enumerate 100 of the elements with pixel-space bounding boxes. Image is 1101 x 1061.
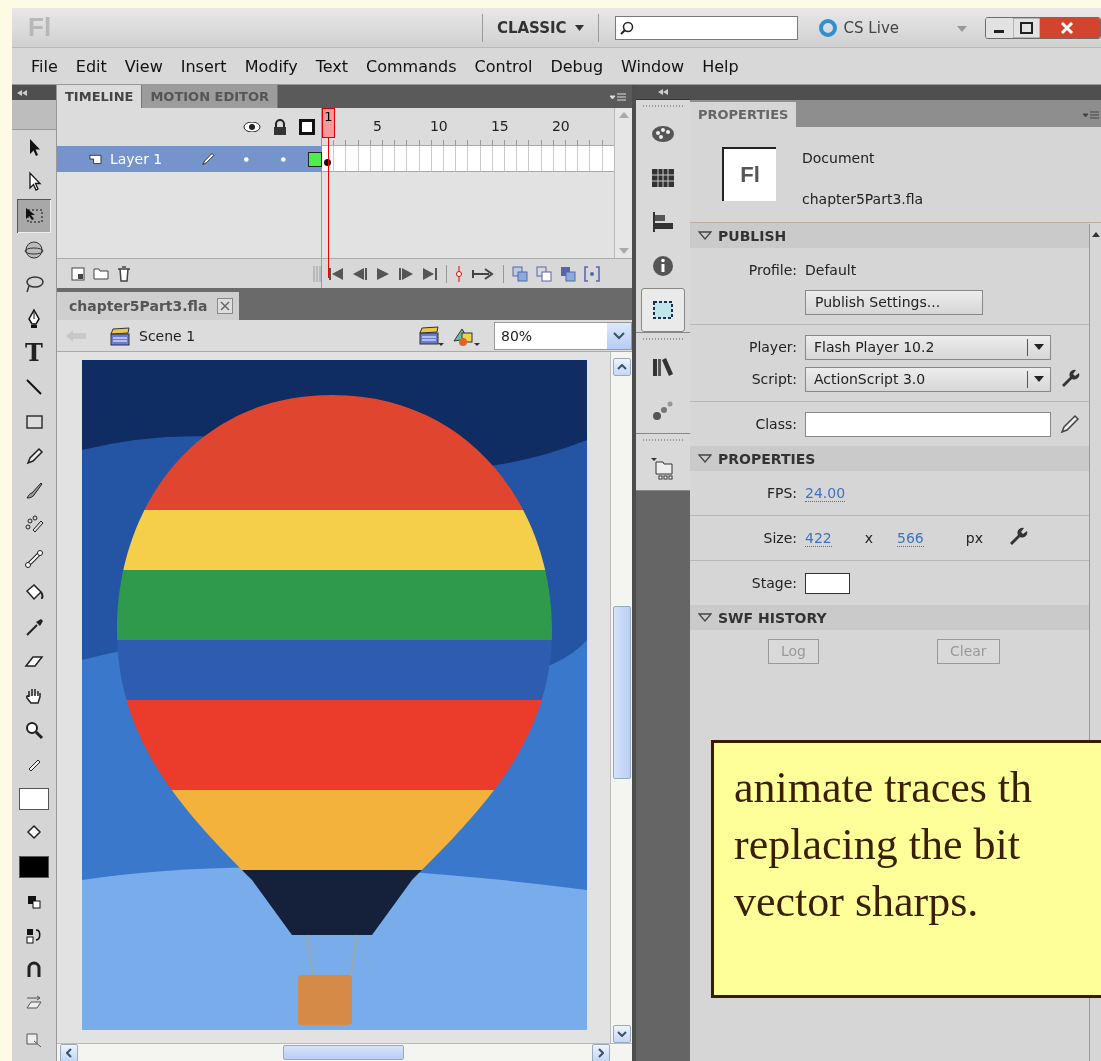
color-swatch[interactable]: [805, 572, 850, 594]
align-icon: [650, 210, 676, 234]
menu-item[interactable]: Window: [612, 56, 694, 76]
first-frame-icon[interactable]: [328, 266, 344, 281]
onion-skin-icon[interactable]: [512, 265, 528, 282]
grip-icon[interactable]: [313, 265, 321, 282]
chevron-down-icon: [613, 331, 625, 340]
trash-icon[interactable]: [117, 265, 131, 282]
edit-frames-icon[interactable]: [560, 265, 576, 282]
menu-item[interactable]: View: [115, 56, 172, 76]
play-icon[interactable]: [376, 266, 390, 281]
chevron-down-icon: [616, 1031, 627, 1037]
cs-live-button[interactable]: CS Live: [811, 16, 905, 39]
panel-menu-icon[interactable]: [1083, 111, 1099, 121]
text-tool[interactable]: T: [17, 335, 51, 371]
tool-button[interactable]: [17, 198, 51, 233]
field-label: Player:: [747, 339, 797, 355]
section-header[interactable]: PUBLISH: [690, 223, 1089, 248]
menu-item[interactable]: File: [22, 56, 67, 76]
step-forward-icon[interactable]: [398, 266, 414, 281]
field-label: Profile:: [747, 262, 797, 278]
last-frame-icon[interactable]: [422, 266, 438, 281]
search-icon: [619, 20, 634, 35]
folder-icon[interactable]: [93, 267, 109, 280]
bone-icon: [23, 547, 45, 570]
close-icon: [217, 298, 234, 314]
publish-settings-button[interactable]: Publish Settings...: [805, 289, 983, 315]
scene-label[interactable]: Scene 1: [139, 327, 196, 344]
field-label: Stage:: [750, 575, 797, 591]
minimize-button[interactable]: [986, 17, 1013, 38]
scroll-left-button[interactable]: [60, 1043, 78, 1061]
maximize-button[interactable]: [1013, 17, 1040, 38]
file-name: chapter5Part3.fla: [802, 191, 924, 207]
sphere-icon: [23, 239, 45, 262]
zoom-dropdown[interactable]: 80%: [494, 321, 632, 350]
caret-icon: [574, 24, 584, 31]
eye-icon[interactable]: [243, 122, 261, 132]
zoom-icon: [23, 719, 45, 742]
new-layer-icon[interactable]: [71, 266, 85, 281]
pencil-icon[interactable]: [1059, 413, 1081, 435]
menu-item[interactable]: Control: [465, 56, 542, 76]
loop-icon[interactable]: [471, 266, 495, 281]
dropdown[interactable]: ActionScript 3.0: [805, 366, 1051, 392]
markers-icon[interactable]: [584, 265, 600, 282]
frame-number: 5: [372, 118, 382, 134]
search-field[interactable]: [614, 15, 798, 40]
frame-number: 10: [429, 118, 448, 134]
close-button[interactable]: [1040, 17, 1100, 38]
input-field[interactable]: [805, 411, 1051, 437]
outline-icon[interactable]: [299, 119, 315, 135]
object-type: Document: [802, 150, 876, 166]
section-header[interactable]: PROPERTIES: [690, 446, 1089, 471]
scroll-up-icon[interactable]: [1091, 232, 1100, 237]
scroll-down-button[interactable]: [612, 1025, 631, 1043]
menu-item[interactable]: Text: [306, 56, 357, 76]
menu-item[interactable]: Commands: [357, 56, 466, 76]
note-text: animate traces th: [734, 762, 1033, 814]
grid-icon: [650, 166, 676, 190]
collapse-icon[interactable]: [17, 89, 27, 96]
step-back-icon[interactable]: [352, 266, 368, 281]
menu-item[interactable]: Help: [693, 56, 748, 76]
triangle-down-icon: [698, 454, 712, 463]
onion-outline-icon[interactable]: [536, 265, 552, 282]
document-tab[interactable]: chapter5Part3.fla: [57, 292, 240, 320]
scroll-right-button[interactable]: [592, 1043, 610, 1061]
panel-tab[interactable]: TIMELINE: [57, 85, 143, 108]
frame-number: 20: [551, 118, 570, 134]
menu-item[interactable]: Edit: [66, 56, 116, 76]
scroll-up-button[interactable]: [612, 358, 631, 376]
separator-text: x: [864, 529, 874, 546]
scroll-thumb[interactable]: [283, 1045, 404, 1060]
scroll-thumb[interactable]: [612, 606, 631, 779]
dropdown[interactable]: Flash Player 10.2: [805, 334, 1051, 360]
collapse-icon[interactable]: [658, 89, 668, 95]
outline-color-swatch[interactable]: [308, 151, 322, 167]
field-label: FPS:: [765, 485, 797, 501]
panel-tab[interactable]: PROPERTIES: [690, 102, 797, 127]
panel-menu-icon[interactable]: [610, 93, 626, 103]
lock-icon[interactable]: [273, 119, 287, 135]
chevron-up-icon: [616, 364, 627, 370]
caret-icon: [1034, 376, 1044, 382]
menu-item[interactable]: Debug: [541, 56, 613, 76]
pencil-icon: [200, 151, 216, 167]
panel-grip[interactable]: [12, 100, 56, 130]
ring-icon: [817, 17, 838, 38]
menu-item[interactable]: Modify: [235, 56, 307, 76]
field-value: Default: [805, 262, 858, 278]
info-icon: [650, 254, 676, 278]
workspace-switcher[interactable]: CLASSIC: [492, 18, 588, 37]
books-icon: [650, 355, 676, 379]
panel-button[interactable]: [641, 288, 685, 332]
playhead[interactable]: 1: [322, 108, 335, 138]
field-label: Class:: [754, 416, 797, 432]
edit-scene-icon[interactable]: [418, 324, 444, 347]
note-text: replacing the bit: [734, 819, 1020, 871]
chevron-right-icon: [598, 1047, 604, 1058]
section-header[interactable]: SWF HISTORY: [690, 605, 1089, 630]
clapperboard-icon: [109, 325, 131, 346]
center-frame-icon[interactable]: [455, 265, 463, 282]
menu-item[interactable]: Insert: [171, 56, 236, 76]
